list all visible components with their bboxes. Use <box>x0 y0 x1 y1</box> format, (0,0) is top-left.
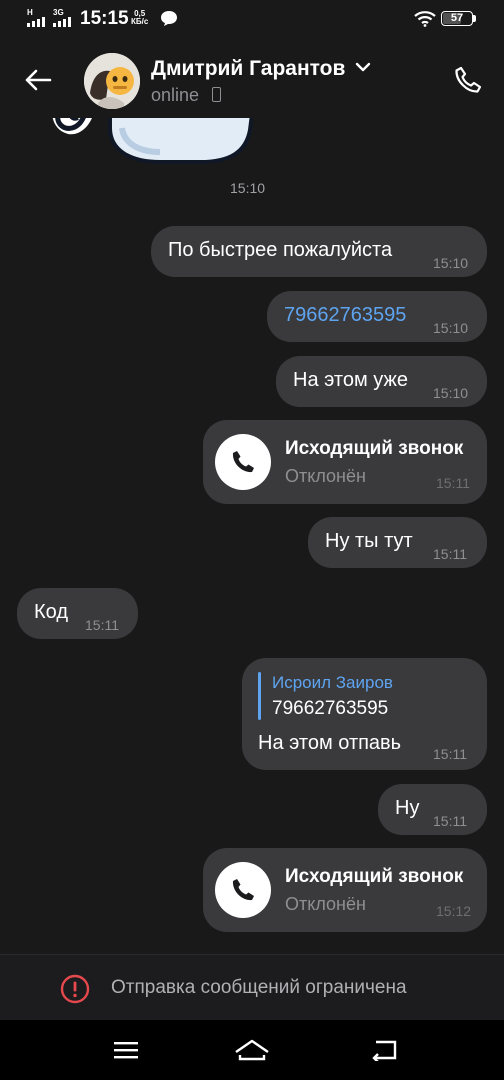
message-bubble-outgoing[interactable]: Ну 15:11 <box>378 784 487 835</box>
battery-tip <box>473 15 476 22</box>
avatar-image <box>84 53 140 109</box>
home-icon <box>235 1039 269 1061</box>
message-time: 15:10 <box>433 255 469 271</box>
home-button[interactable] <box>232 1034 272 1066</box>
call-status: Отклонён <box>285 466 366 486</box>
back-icon <box>372 1040 397 1061</box>
restriction-text: Отправка сообщений ограничена <box>111 977 407 998</box>
message-time: 15:11 <box>433 746 467 762</box>
chat-notification-icon <box>161 11 177 26</box>
messaging-restricted-banner: Отправка сообщений ограничена <box>0 954 504 1020</box>
message-text: На этом отпавь <box>258 732 402 754</box>
network-speed: 0,5 КБ/с <box>131 10 148 26</box>
back-arrow-icon <box>25 69 52 91</box>
call-title: Исходящий звонок <box>285 866 464 887</box>
message-text: Ну ты тут <box>325 530 413 552</box>
contact-status: online <box>151 85 200 105</box>
chat-header: Дмитрий Гарантов online <box>0 40 504 118</box>
reply-message-bubble[interactable]: Исроил Заиров 79662763595 На этом отпавь… <box>242 658 487 770</box>
message-time: 15:10 <box>433 320 469 336</box>
message-bubble-outgoing[interactable]: На этом уже 15:10 <box>276 356 487 407</box>
phone-filled-icon <box>232 451 254 473</box>
call-message-bubble[interactable]: Исходящий звонок Отклонён 15:11 <box>203 420 487 504</box>
message-text: Ну <box>395 797 420 819</box>
message-text: На этом уже <box>293 369 408 391</box>
sticker-image[interactable] <box>50 118 260 174</box>
message-list[interactable]: 15:10 По быстрее пожалуйста 15:10 796627… <box>0 118 504 954</box>
network-type-1: H <box>27 8 33 17</box>
call-message-bubble[interactable]: Исходящий звонок Отклонён 15:12 <box>203 848 487 932</box>
call-icon-circle[interactable] <box>215 434 271 490</box>
system-back-button[interactable] <box>364 1034 404 1066</box>
status-bar: H 3G 15:15 0,5 КБ/с 57 <box>0 0 504 40</box>
recent-apps-button[interactable] <box>106 1034 146 1066</box>
message-bubble-incoming[interactable]: Код 15:11 <box>17 588 138 639</box>
message-text: Код <box>34 601 69 623</box>
reply-quote-bar <box>258 672 261 720</box>
battery-icon: 57 <box>441 11 473 26</box>
message-text: По быстрее пожалуйста <box>168 239 393 261</box>
clock: 15:15 <box>80 8 129 29</box>
wifi-icon <box>414 11 436 27</box>
back-button[interactable] <box>18 60 58 100</box>
message-time: 15:10 <box>433 385 469 401</box>
contact-name[interactable]: Дмитрий Гарантов <box>151 57 345 81</box>
avatar[interactable] <box>84 53 140 109</box>
message-bubble-outgoing[interactable]: 79662763595 15:10 <box>267 291 487 342</box>
phone-call-icon <box>455 66 482 93</box>
chat-screen: H 3G 15:15 0,5 КБ/с 57 Дмитрий Гарантов … <box>0 0 504 1080</box>
call-icon-circle[interactable] <box>215 862 271 918</box>
message-time: 15:11 <box>433 813 467 829</box>
call-status: Отклонён <box>285 894 366 914</box>
message-time: 15:11 <box>85 617 119 633</box>
phone-filled-icon <box>232 879 254 901</box>
message-bubble-outgoing[interactable]: Ну ты тут 15:11 <box>308 517 487 568</box>
network-type-2: 3G <box>53 8 64 17</box>
message-time: 15:11 <box>433 546 467 562</box>
signal-icon <box>27 17 45 27</box>
alert-circle-icon <box>60 974 90 1004</box>
mobile-device-icon <box>212 87 221 102</box>
message-bubble-outgoing[interactable]: По быстрее пожалуйста 15:10 <box>151 226 487 277</box>
call-button[interactable] <box>446 58 490 102</box>
battery-level: 57 <box>450 12 464 24</box>
call-title: Исходящий звонок <box>285 438 464 459</box>
chevron-down-icon[interactable] <box>355 62 371 72</box>
menu-icon <box>114 1042 138 1059</box>
message-time: 15:12 <box>436 903 472 919</box>
message-time: 15:11 <box>436 475 470 491</box>
reply-quoted-text[interactable]: 79662763595 <box>272 698 388 720</box>
sticker-time: 15:10 <box>230 180 266 196</box>
phone-number-link[interactable]: 79662763595 <box>284 304 406 327</box>
reply-author[interactable]: Исроил Заиров <box>272 673 393 693</box>
signal-icon-2 <box>53 17 71 27</box>
network-speed-unit: КБ/с <box>131 17 149 26</box>
system-navigation-bar <box>0 1020 504 1080</box>
